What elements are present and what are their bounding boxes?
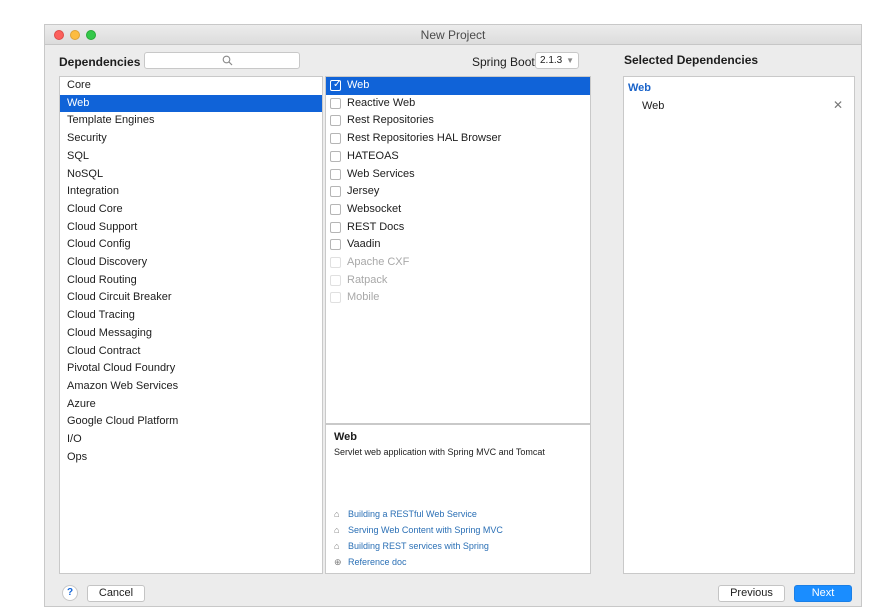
category-item[interactable]: Cloud Support (60, 219, 322, 237)
category-item[interactable]: NoSQL (60, 166, 322, 184)
category-item[interactable]: Template Engines (60, 112, 322, 130)
category-item[interactable]: Azure (60, 396, 322, 414)
selected-dependencies-panel: Web Web ✕ (623, 76, 855, 574)
dependency-label: Reactive Web (347, 96, 416, 109)
dependency-label: REST Docs (347, 220, 405, 233)
spring-boot-label: Spring Boot (472, 55, 535, 69)
checkmark-icon: ✓ (333, 79, 342, 90)
selected-dependency-item: Web (642, 100, 665, 112)
dependency-checkbox[interactable]: ✓ (330, 79, 342, 91)
dependency-label: Rest Repositories (347, 114, 434, 127)
category-item[interactable]: Cloud Routing (60, 272, 322, 290)
guide-icon: ⌂ (334, 541, 340, 551)
dependency-checkbox[interactable] (330, 115, 341, 127)
dependency-label: Apache CXF (347, 256, 410, 268)
dependency-item[interactable]: Websocket (326, 201, 590, 219)
category-item[interactable]: Cloud Messaging (60, 325, 322, 343)
dependency-item[interactable]: HATEOAS (326, 148, 590, 166)
remove-dependency-icon[interactable]: ✕ (833, 98, 843, 112)
category-item[interactable]: Cloud Tracing (60, 307, 322, 325)
dependencies-label: Dependencies (59, 55, 141, 69)
category-item[interactable]: Cloud Config (60, 236, 322, 254)
guide-link-label: Building REST services with Spring (348, 541, 489, 551)
dependency-checkbox (330, 257, 341, 268)
guide-link-building-rest-services[interactable]: ⌂ Building REST services with Spring (334, 541, 489, 551)
dependency-checkbox[interactable] (330, 221, 341, 233)
dependency-label: Ratpack (347, 273, 388, 286)
search-icon (222, 55, 233, 69)
spring-boot-version-value: 2.1.3 (540, 55, 563, 66)
dependency-item[interactable]: Reactive Web (326, 95, 590, 113)
category-list[interactable]: Core Web Template Engines Security SQL NoSQL I… (59, 76, 323, 574)
chevron-down-icon: ▼ (566, 56, 574, 65)
selected-dependencies-title: Selected Dependencies (624, 53, 759, 67)
reference-doc-link[interactable]: ⊕ Reference doc (334, 557, 407, 568)
category-item[interactable]: Ops (60, 449, 322, 467)
guide-icon: ⌂ (334, 525, 340, 535)
selected-group-label: Web (628, 82, 652, 94)
category-item[interactable]: Cloud Contract (60, 343, 322, 361)
category-item[interactable]: Cloud Discovery (60, 254, 322, 272)
dependency-description-panel: Web Servlet web application with Spring … (325, 424, 591, 574)
dependency-checkbox[interactable] (330, 186, 341, 198)
spring-boot-version-select[interactable]: 2.1.3 ▼ (535, 52, 579, 69)
dependency-checkbox[interactable] (330, 239, 341, 251)
dependency-checkbox[interactable] (330, 168, 341, 180)
category-item[interactable]: SQL (60, 148, 322, 166)
reference-doc-label: Reference doc (348, 557, 407, 567)
dependency-label: Vaadin (347, 238, 381, 251)
dependency-label: Mobile (347, 291, 380, 304)
dependency-item: Mobile (326, 289, 590, 307)
dependency-label: Websocket (347, 202, 402, 215)
category-item[interactable]: Core (60, 77, 322, 95)
category-item[interactable]: Google Cloud Platform (60, 413, 322, 431)
dependency-list[interactable]: ✓ Web Reactive Web Rest Repositories Rest Re… (325, 76, 591, 424)
previous-button[interactable]: Previous (718, 585, 785, 602)
guide-link-label: Serving Web Content with Spring MVC (348, 525, 503, 535)
category-item[interactable]: I/O (60, 431, 322, 449)
category-item[interactable]: Cloud Core (60, 201, 322, 219)
dependency-checkbox[interactable] (330, 150, 341, 162)
dependency-checkbox (330, 274, 341, 286)
guide-link-serving-web-content[interactable]: ⌂ Serving Web Content with Spring MVC (334, 525, 503, 535)
dependency-item[interactable]: Web Services (326, 166, 590, 184)
new-project-window: New Project Dependencies Spring Boot 2.1… (44, 24, 862, 607)
dependency-item[interactable]: REST Docs (326, 219, 590, 237)
dependency-item[interactable]: Vaadin (326, 236, 590, 254)
cancel-button[interactable]: Cancel (87, 585, 145, 602)
dependency-item: Apache CXF (326, 254, 590, 272)
window-title: New Project (420, 28, 486, 42)
dependency-item: Ratpack (326, 272, 590, 290)
dependency-checkbox[interactable] (330, 203, 341, 215)
next-button[interactable]: Next (794, 585, 852, 602)
category-item[interactable]: Security (60, 130, 322, 148)
dependency-checkbox[interactable] (330, 97, 341, 109)
title-bar: New Project (45, 25, 861, 45)
guide-link-restful-web-service[interactable]: ⌂ Building a RESTful Web Service (334, 509, 477, 519)
category-item[interactable]: Pivotal Cloud Foundry (60, 360, 322, 378)
description-title: Web (334, 431, 358, 443)
category-item[interactable]: Integration (60, 183, 322, 201)
category-item[interactable]: Cloud Circuit Breaker (60, 289, 322, 307)
dependency-label: HATEOAS (347, 149, 399, 162)
dependency-label: Web (347, 79, 370, 91)
dependency-label: Rest Repositories HAL Browser (347, 132, 502, 145)
dependency-item[interactable]: Rest Repositories (326, 112, 590, 130)
dependency-checkbox (330, 292, 341, 304)
reference-icon: ⊕ (334, 557, 342, 567)
search-input[interactable] (144, 52, 300, 69)
dependency-checkbox[interactable] (330, 133, 341, 145)
guide-link-label: Building a RESTful Web Service (348, 509, 477, 519)
dependency-label: Web Services (347, 167, 415, 180)
category-item[interactable]: Amazon Web Services (60, 378, 322, 396)
dependency-item[interactable]: ✓ Web (326, 77, 590, 95)
dependency-label: Jersey (347, 185, 380, 198)
dependency-item[interactable]: Rest Repositories HAL Browser (326, 130, 590, 148)
category-item[interactable]: Web (60, 94, 322, 113)
description-text: Servlet web application with Spring MVC … (334, 447, 545, 457)
guide-icon: ⌂ (334, 509, 340, 519)
help-button[interactable]: ? (62, 585, 78, 601)
dependency-item[interactable]: Jersey (326, 183, 590, 201)
